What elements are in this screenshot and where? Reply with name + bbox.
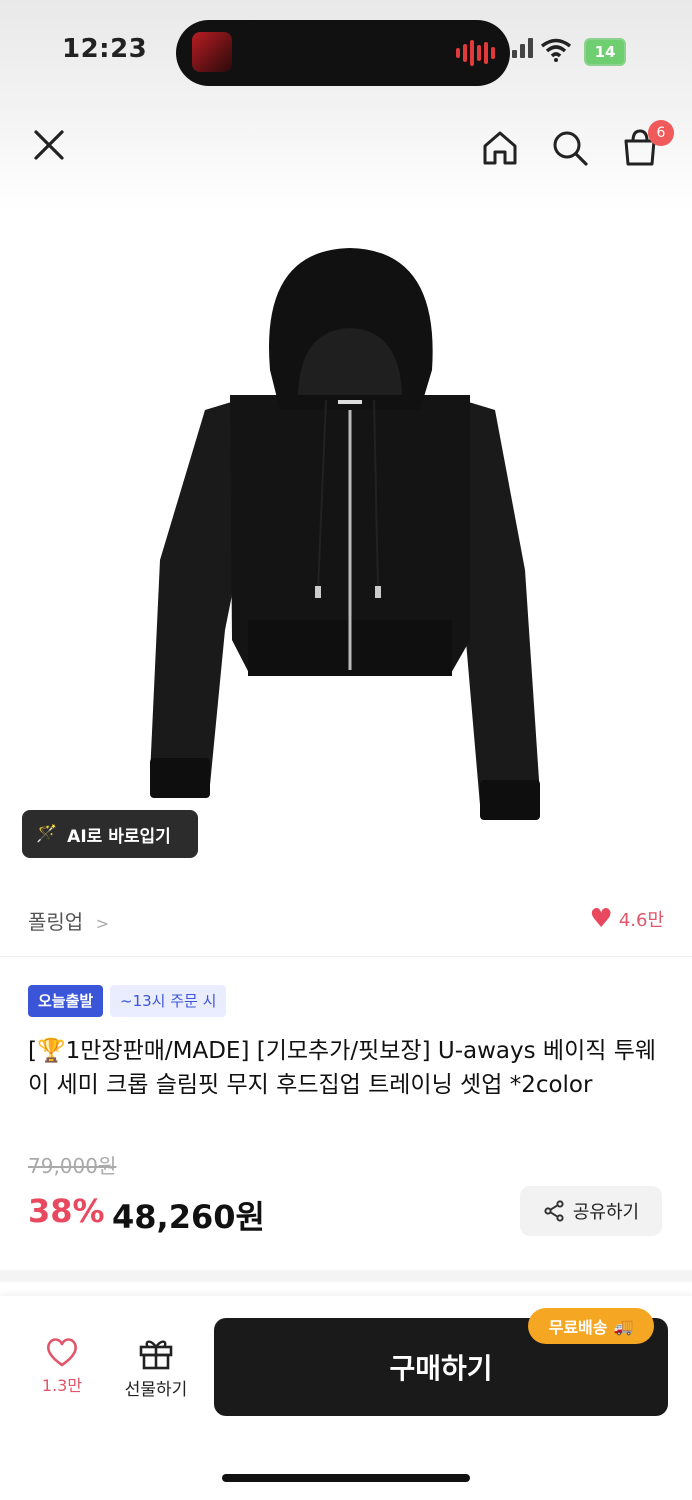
heart-filled-icon: ♥ (589, 904, 613, 934)
cart-count-badge: 6 (648, 120, 674, 146)
share-icon (544, 1200, 564, 1222)
gift-label: 선물하기 (124, 1380, 188, 1400)
like-count-label: 4.6만 (618, 910, 664, 931)
original-price: 79,000원 (28, 1154, 117, 1178)
wishlist-count: 1.3만 (41, 1376, 83, 1395)
status-time: 12:23 (62, 34, 148, 64)
magic-wand-icon: 🪄 (36, 824, 58, 844)
home-indicator (222, 1474, 470, 1482)
hoodie-product-image (150, 248, 540, 820)
product-image-area[interactable] (0, 210, 692, 900)
free-shipping-badge: 무료배송 🚚 (528, 1308, 654, 1344)
share-label: 공유하기 (572, 1202, 640, 1223)
heart-outline-icon (47, 1338, 77, 1367)
product-title: [🏆1만장판매/MADE] [기모추가/핏보장] U-aways 베이직 투웨이… (28, 1038, 657, 1098)
search-icon[interactable] (548, 126, 592, 170)
order-cutoff-badge: ~13시 주문 시 (110, 985, 227, 1017)
wifi-icon (540, 38, 572, 62)
brand-link[interactable]: 폴링업 > (28, 906, 109, 935)
battery-indicator: 14 (584, 38, 626, 66)
share-button[interactable]: 공유하기 (520, 1186, 662, 1236)
divider (0, 956, 692, 957)
truck-icon: 🚚 (613, 1316, 634, 1336)
brand-name: 폴링업 (28, 910, 84, 934)
cellular-signal-icon (512, 38, 533, 58)
brand-row: 폴링업 > ♥ 4.6만 (0, 896, 692, 952)
product-likes[interactable]: ♥ 4.6만 (590, 906, 665, 932)
discount-rate: 38% (28, 1192, 105, 1230)
wishlist-button[interactable]: 1.3만 (30, 1336, 94, 1396)
gift-button[interactable]: 선물하기 (116, 1336, 196, 1400)
status-bar: 12:23 14 (0, 0, 692, 110)
section-divider (0, 1270, 692, 1282)
sale-price: 48,260원 (112, 1198, 265, 1236)
close-icon[interactable] (28, 124, 70, 166)
gift-icon (139, 1340, 173, 1370)
now-playing-thumbnail (192, 32, 232, 72)
free-shipping-label: 무료배송 (548, 1318, 608, 1337)
ai-try-on-button[interactable]: 🪄 AI로 바로입기 (22, 810, 198, 858)
today-shipping-badge: 오늘출발 (28, 985, 104, 1017)
home-icon[interactable] (478, 126, 522, 170)
chevron-right-icon: > (95, 914, 109, 933)
ai-try-on-label: AI로 바로입기 (67, 826, 171, 847)
dynamic-island[interactable] (176, 20, 510, 86)
audio-wave-icon (456, 40, 495, 66)
